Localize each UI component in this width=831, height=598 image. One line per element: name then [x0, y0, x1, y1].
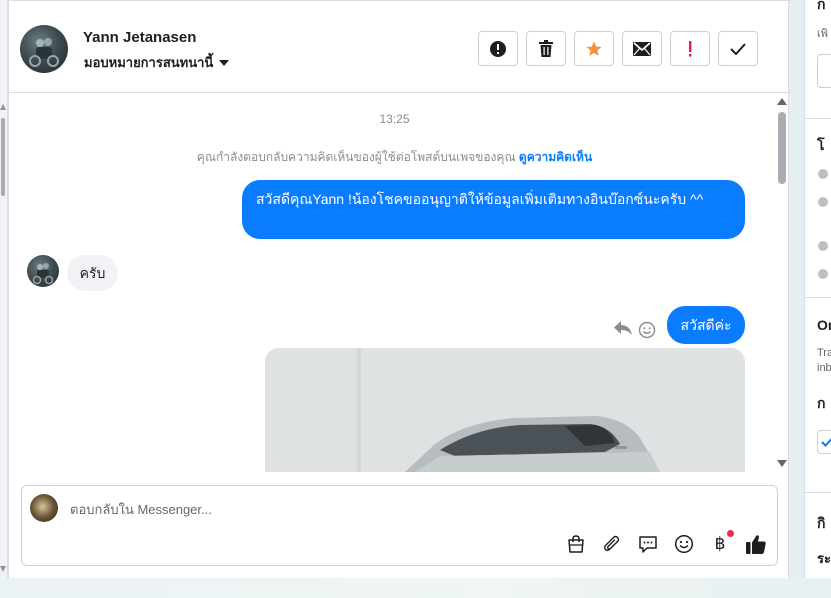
sidebar-checkbox[interactable]	[817, 430, 831, 454]
caret-down-icon	[219, 59, 230, 66]
sidebar-divider	[805, 297, 831, 298]
sidebar-heading: โ	[817, 137, 825, 153]
scroll-up-arrow[interactable]	[777, 98, 787, 105]
conversation-actions	[478, 31, 758, 66]
clock-icon	[818, 169, 828, 179]
car-photo-attachment[interactable]	[265, 348, 745, 472]
exclamation-icon	[689, 40, 692, 57]
scroll-up-arrow[interactable]	[0, 104, 6, 110]
saved-replies-icon[interactable]	[636, 532, 660, 556]
assign-conversation-dropdown[interactable]: มอบหมายการสนทนานี้	[84, 52, 230, 73]
shopping-bag-icon[interactable]	[564, 532, 588, 556]
thread-scrollbar[interactable]	[777, 94, 790, 472]
sidebar-heading: Or	[817, 317, 831, 333]
alert-circle-icon	[490, 40, 506, 57]
star-button[interactable]	[574, 31, 614, 66]
incoming-message[interactable]: ครับ	[67, 255, 118, 291]
assign-label: มอบหมายการสนทนานี้	[84, 55, 214, 70]
sidebar-heading: กิ	[817, 515, 826, 531]
contact-info-sidebar: ก เพิ โ Or Tra inb ก กิ ระ	[804, 0, 831, 578]
sidebar-input-box[interactable]	[817, 54, 831, 88]
outgoing-message[interactable]: สวัสดีคุณYann !น้องโชคขออนุญาติให้ข้อมูล…	[242, 180, 745, 239]
location-icon	[818, 269, 828, 279]
message-timestamp: 13:25	[379, 112, 410, 126]
mark-unread-button[interactable]	[622, 31, 662, 66]
contact-name[interactable]: Yann Jetanasen	[83, 29, 196, 46]
done-button[interactable]	[718, 31, 758, 66]
comment-reply-notice: คุณกำลังตอบกลับความคิดเห็นของผู้ใช้ต่อโพ…	[9, 148, 780, 167]
scroll-down-arrow[interactable]	[0, 566, 6, 572]
scroll-down-arrow[interactable]	[777, 460, 787, 467]
page-background	[0, 578, 831, 598]
emoji-icon[interactable]	[672, 532, 696, 556]
view-comment-link[interactable]: ดูความคิดเห็น	[519, 150, 592, 164]
sidebar-divider	[805, 492, 831, 493]
check-icon	[821, 438, 831, 447]
composer-toolbar: ฿	[564, 530, 768, 556]
conversation-header: Yann Jetanasen มอบหมายการสนทนานี้	[9, 0, 790, 93]
location-icon	[818, 241, 828, 251]
paperclip-icon[interactable]	[600, 532, 624, 556]
react-emoji-icon[interactable]	[638, 321, 656, 344]
sidebar-text: Tra	[817, 347, 831, 359]
trash-icon	[539, 39, 553, 57]
sidebar-heading: ก	[817, 395, 826, 411]
conversation-panel: Yann Jetanasen มอบหมายการสนทนานี้ 13:25 …	[8, 0, 790, 578]
message-thread[interactable]: 13:25 คุณกำลังตอบกลับความคิดเห็นของผู้ใช…	[9, 94, 790, 472]
left-scrollbar[interactable]	[0, 0, 8, 578]
notice-text: คุณกำลังตอบกลับความคิดเห็นของผู้ใช้ต่อโพ…	[196, 150, 516, 164]
sidebar-text: inb	[817, 362, 831, 374]
sidebar-text-top: เพิ	[817, 28, 829, 40]
reply-input[interactable]	[70, 498, 670, 520]
contact-avatar[interactable]	[20, 25, 68, 73]
scroll-thumb[interactable]	[1, 118, 5, 196]
education-icon	[818, 197, 828, 207]
sidebar-heading-top: ก	[817, 0, 826, 12]
check-icon	[730, 42, 746, 55]
notification-dot	[727, 530, 734, 537]
contact-avatar-small[interactable]	[27, 255, 59, 287]
like-icon[interactable]	[744, 532, 768, 556]
star-icon	[586, 41, 602, 56]
reply-icon[interactable]	[613, 320, 633, 341]
important-button[interactable]	[670, 31, 710, 66]
baht-payment-icon[interactable]: ฿	[708, 530, 734, 556]
outgoing-message[interactable]: สวัสดีค่ะ	[667, 306, 745, 344]
spam-button[interactable]	[478, 31, 518, 66]
sidebar-divider	[805, 118, 831, 119]
reply-composer: ฿	[21, 485, 778, 566]
envelope-icon	[633, 41, 651, 56]
sidebar-heading: ระ	[817, 551, 831, 566]
car-photo-icon	[265, 348, 745, 472]
delete-button[interactable]	[526, 31, 566, 66]
scroll-thumb[interactable]	[778, 112, 786, 184]
page-avatar	[30, 494, 58, 522]
